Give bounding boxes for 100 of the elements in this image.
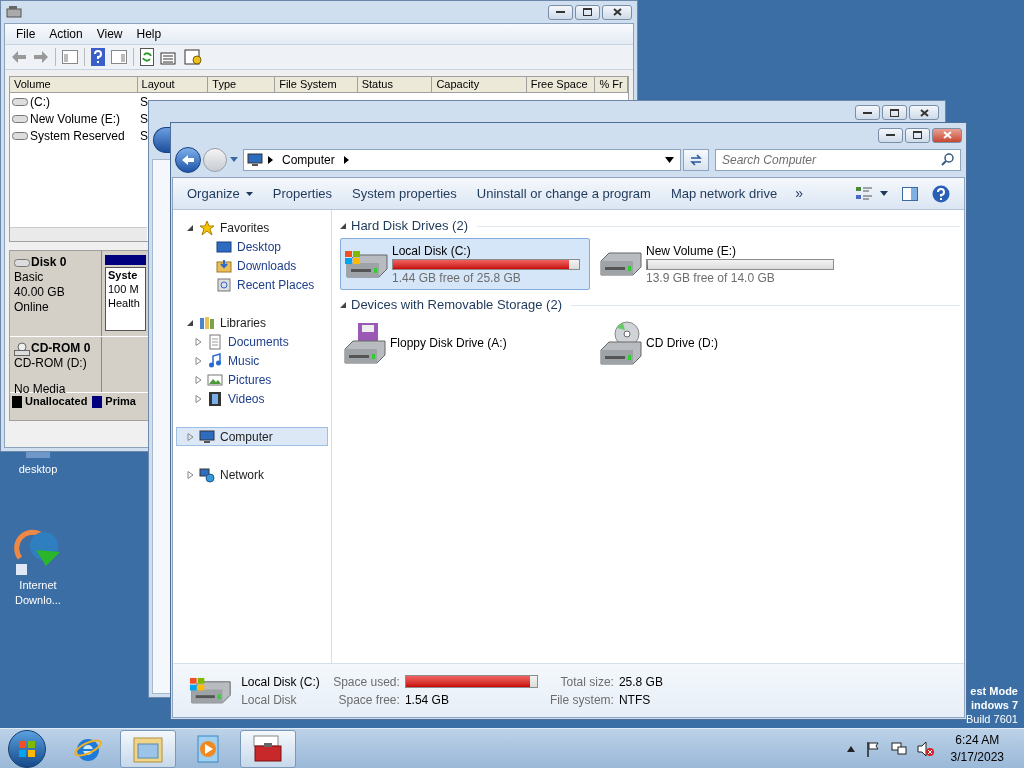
- drive-free-space: 13.9 GB free of 14.0 GB: [646, 269, 776, 286]
- toolbar-button[interactable]: Properties: [262, 181, 342, 206]
- expand-arrow-icon[interactable]: [195, 394, 202, 403]
- clock[interactable]: 6:24 AM 3/17/2023: [950, 731, 1004, 766]
- expand-arrow-icon[interactable]: [195, 375, 202, 384]
- media-player-icon: [194, 733, 222, 764]
- nav-item[interactable]: Libraries: [176, 313, 328, 332]
- settings-icon[interactable]: [184, 49, 202, 65]
- nav-item[interactable]: Recent Places: [176, 275, 328, 294]
- desktop-icon-label[interactable]: desktop: [10, 462, 66, 477]
- nav-item[interactable]: Computer: [176, 427, 328, 446]
- nav-item[interactable]: Network: [176, 465, 328, 484]
- maximize-button[interactable]: [575, 4, 600, 20]
- menu-item[interactable]: File: [9, 25, 43, 43]
- close-button[interactable]: [602, 4, 632, 20]
- drive-tile[interactable]: CD Drive (D:): [596, 317, 846, 369]
- minimize-button[interactable]: [855, 105, 880, 120]
- preview-pane-icon[interactable]: [902, 186, 918, 201]
- properties-icon[interactable]: [160, 49, 178, 65]
- search-field[interactable]: Search Computer: [715, 149, 961, 171]
- dropdown-arrow-icon[interactable]: [880, 191, 888, 196]
- refresh-icon[interactable]: [140, 48, 154, 66]
- computer-icon: [247, 153, 263, 167]
- drive-tile[interactable]: Local Disk (C:) 1.44 GB free of 25.8 GB: [340, 238, 590, 290]
- column-header[interactable]: Capacity: [432, 77, 527, 93]
- pane-icon[interactable]: [62, 50, 78, 64]
- column-header[interactable]: % Fr: [595, 77, 628, 93]
- drive-name: Local Disk (C:): [392, 242, 472, 259]
- partition-name: Syste: [108, 268, 139, 282]
- nav-item[interactable]: Documents: [176, 332, 328, 351]
- toolbar-button[interactable]: Uninstall or change a program: [466, 181, 661, 206]
- menu-item[interactable]: Help: [129, 25, 169, 43]
- details-value: 1.54 GB: [404, 691, 450, 709]
- horizontal-scrollbar[interactable]: [10, 227, 147, 241]
- help-icon[interactable]: [932, 184, 950, 203]
- toolbar-button[interactable]: Organize: [177, 181, 263, 206]
- dropdown-arrow-icon[interactable]: [665, 157, 674, 163]
- group-header[interactable]: Hard Disk Drives (2): [351, 216, 468, 236]
- help-icon[interactable]: [91, 48, 105, 66]
- breadcrumb-arrow-icon[interactable]: [343, 156, 349, 164]
- collapse-arrow-icon[interactable]: [187, 223, 194, 232]
- maximize-button[interactable]: [882, 105, 907, 120]
- menu-item[interactable]: Action: [42, 25, 90, 43]
- show-hidden-icons-icon[interactable]: [846, 745, 855, 752]
- minimize-icon: [556, 11, 565, 13]
- network-icon[interactable]: [890, 740, 907, 757]
- maximize-button[interactable]: [905, 127, 930, 143]
- nav-item[interactable]: Downloads: [176, 256, 328, 275]
- nav-item[interactable]: Favorites: [176, 218, 328, 237]
- details-name: Local Disk (C:): [241, 673, 321, 691]
- toolbar-button[interactable]: System properties: [342, 181, 467, 206]
- legend-label: Prima: [105, 394, 136, 410]
- menu-item[interactable]: View: [89, 25, 130, 43]
- breadcrumb-item[interactable]: Computer: [282, 151, 335, 169]
- address-bar[interactable]: Computer: [243, 149, 681, 171]
- collapse-arrow-icon[interactable]: [187, 318, 194, 327]
- column-header[interactable]: Layout: [137, 77, 209, 93]
- column-header[interactable]: Volume: [10, 77, 138, 93]
- view-options-icon[interactable]: [856, 186, 872, 201]
- collapse-arrow-icon[interactable]: [340, 223, 346, 229]
- download-manager-icon: [14, 528, 62, 576]
- taskbar-button[interactable]: [240, 729, 296, 768]
- drive-tile[interactable]: New Volume (E:) 13.9 GB free of 14.0 GB: [596, 238, 846, 290]
- toolbox-icon: [252, 733, 284, 764]
- collapse-arrow-icon[interactable]: [340, 302, 346, 308]
- expand-arrow-icon[interactable]: [187, 432, 194, 441]
- nav-item[interactable]: Videos: [176, 389, 328, 408]
- more-commands-button[interactable]: »: [787, 183, 811, 204]
- desktop-icon-label[interactable]: Internet Downlo...: [10, 578, 66, 608]
- nav-item[interactable]: Music: [176, 351, 328, 370]
- nav-item[interactable]: Desktop: [176, 237, 328, 256]
- column-header[interactable]: File System: [275, 77, 358, 93]
- column-header[interactable]: Free Space: [526, 77, 596, 93]
- partition-block[interactable]: Syste 100 M Health: [105, 267, 146, 331]
- back-button[interactable]: [153, 127, 170, 153]
- toolbar-button[interactable]: Map network drive: [660, 181, 788, 206]
- breadcrumb-arrow-icon[interactable]: [268, 156, 273, 164]
- nav-item[interactable]: Pictures: [176, 370, 328, 389]
- music-note-icon: [207, 352, 223, 369]
- drive-tile[interactable]: Floppy Disk Drive (A:): [340, 317, 590, 369]
- minimize-icon: [863, 111, 872, 114]
- minimize-button[interactable]: [548, 4, 573, 20]
- refresh-button[interactable]: [683, 149, 709, 171]
- expand-arrow-icon[interactable]: [187, 470, 194, 479]
- pane-icon[interactable]: [111, 50, 127, 64]
- partition-info: 100 M: [108, 282, 140, 296]
- start-button[interactable]: [8, 729, 46, 768]
- group-header[interactable]: Devices with Removable Storage (2): [351, 295, 562, 315]
- search-icon[interactable]: [941, 153, 954, 166]
- column-header[interactable]: Status: [357, 77, 433, 93]
- flag-icon[interactable]: [864, 740, 881, 757]
- volume-muted-icon[interactable]: [916, 740, 935, 757]
- minimize-button[interactable]: [878, 127, 903, 143]
- library-icon: [199, 314, 215, 331]
- close-button[interactable]: [909, 105, 939, 120]
- maximize-icon: [583, 8, 592, 16]
- column-header[interactable]: Type: [208, 77, 276, 93]
- back-button[interactable]: [175, 147, 201, 173]
- expand-arrow-icon[interactable]: [195, 356, 202, 365]
- expand-arrow-icon[interactable]: [195, 337, 202, 346]
